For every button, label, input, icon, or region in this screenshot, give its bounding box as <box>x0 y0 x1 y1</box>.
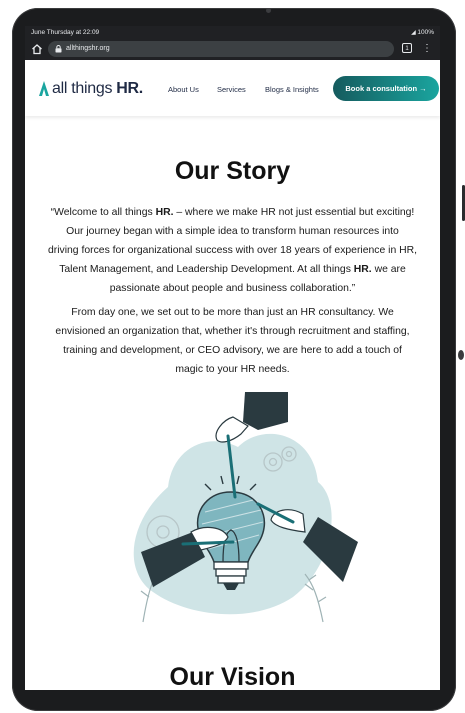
story-p1-line-2: Our journey began with a simple idea to … <box>66 226 399 237</box>
story-p1-line-5: passionate about people and business col… <box>109 283 356 294</box>
tablet-device: June Thursday at 22:09 ◢ 100% allthingsh… <box>0 0 465 713</box>
nav-about-us[interactable]: About Us <box>168 84 199 96</box>
nav-services[interactable]: Services <box>217 84 246 96</box>
story-paragraph-2: From day one, we set out to be more than… <box>33 303 432 379</box>
story-p2-line-4: magic to your HR needs. <box>175 364 290 375</box>
lock-icon <box>55 45 62 53</box>
story-p2-line-3: training and development, or CEO advisor… <box>63 345 402 356</box>
status-time: June Thursday at 22:09 <box>31 29 100 36</box>
story-p1-line-1: “Welcome to all things HR. – where we ma… <box>50 207 415 218</box>
logo-mark-icon <box>39 81 49 96</box>
address-bar[interactable]: allthingshr.org <box>48 41 394 57</box>
browser-toolbar: allthingshr.org 1 ⋮ <box>25 39 440 60</box>
story-paragraph-1: “Welcome to all things HR. – where we ma… <box>33 203 432 298</box>
our-vision-heading: Our Vision <box>169 663 296 690</box>
nav-blogs-insights[interactable]: Blogs & Insights <box>265 84 319 96</box>
story-p1-line-4: Talent Management, and Leadership Develo… <box>59 264 406 275</box>
story-p2-line-2: envisioned an organization that, whether… <box>55 326 410 337</box>
hands-building-lightbulb-illustration <box>133 392 358 623</box>
story-p2-line-1: From day one, we set out to be more than… <box>71 307 394 318</box>
menu-icon[interactable]: ⋮ <box>422 42 432 56</box>
our-story-heading: Our Story <box>174 157 291 185</box>
story-p1-line-3: driving forces for organizational succes… <box>47 245 418 256</box>
screen: June Thursday at 22:09 ◢ 100% allthingsh… <box>25 26 440 690</box>
home-icon[interactable] <box>31 43 43 55</box>
site-header: all things HR. About Us Services Blogs &… <box>25 60 440 116</box>
side-sensor <box>458 350 464 360</box>
book-consultation-button[interactable]: Book a consultation → <box>333 76 439 101</box>
tabs-icon[interactable]: 1 <box>402 43 412 53</box>
status-bar: June Thursday at 22:09 ◢ 100% <box>25 26 440 39</box>
status-battery: ◢ 100% <box>411 29 434 36</box>
url-text: allthingshr.org <box>66 45 110 52</box>
logo-text: all things HR. <box>52 80 143 97</box>
front-camera <box>266 8 271 13</box>
